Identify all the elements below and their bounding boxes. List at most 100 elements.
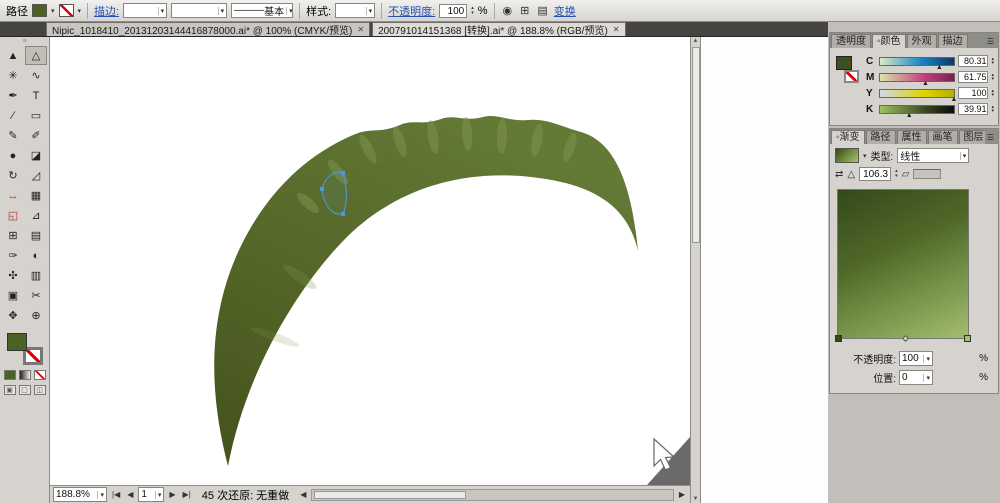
transform-link[interactable]: 变换	[554, 3, 576, 19]
last-artboard-button[interactable]: ▶|	[181, 490, 193, 499]
artboard-number-select[interactable]: 1▾	[138, 487, 164, 502]
line-segment-tool[interactable]: ∕	[2, 106, 24, 125]
panel-tab-pathfinder[interactable]: 路径	[866, 130, 896, 144]
zoom-tool[interactable]: ⊕	[25, 306, 47, 325]
lasso-tool[interactable]: ∿	[25, 66, 47, 85]
scrollbar-thumb[interactable]	[692, 47, 700, 243]
paintbrush-tool[interactable]: ✎	[2, 126, 24, 145]
width-tool[interactable]: ↔	[2, 186, 24, 205]
scroll-left-icon[interactable]: ◀	[298, 490, 308, 499]
canvas[interactable]	[50, 37, 690, 485]
gradient-mini-slider[interactable]	[913, 169, 941, 179]
scale-tool[interactable]: ◿	[25, 166, 47, 185]
close-tab-icon[interactable]: ✕	[357, 25, 364, 34]
prev-artboard-button[interactable]: ◀	[125, 490, 135, 499]
fill-dropdown-icon[interactable]: ▾	[51, 7, 55, 15]
panel-tab-transparency[interactable]: 透明度	[831, 34, 871, 48]
draw-behind-button[interactable]: ▢	[19, 385, 31, 395]
y-slider[interactable]: ▲	[879, 89, 955, 98]
k-slider[interactable]: ▲	[879, 105, 955, 114]
fill-swatch[interactable]	[7, 333, 27, 351]
gradient-tool[interactable]: ▤	[25, 226, 47, 245]
c-slider[interactable]: ▲	[879, 57, 955, 66]
anchor-point[interactable]	[320, 187, 324, 191]
column-graph-tool[interactable]: ▥	[25, 266, 47, 285]
gradient-location-select[interactable]: 0▾	[899, 370, 933, 385]
none-mode-button[interactable]	[34, 370, 46, 380]
symbol-sprayer-tool[interactable]: ✣	[2, 266, 24, 285]
anchor-point[interactable]	[341, 212, 345, 216]
gradient-swatch[interactable]	[835, 148, 859, 163]
spinner-icon[interactable]: ▴▾	[991, 73, 994, 81]
close-tab-icon[interactable]: ✕	[613, 25, 620, 34]
shape-builder-tool[interactable]: ◱	[2, 206, 24, 225]
document-setup-icon[interactable]: ▤	[535, 4, 549, 17]
gradient-preview[interactable]	[837, 189, 969, 339]
stroke-link[interactable]: 描边:	[94, 3, 119, 19]
perspective-grid-tool[interactable]: ⊿	[25, 206, 47, 225]
gradient-stop-end[interactable]	[964, 335, 971, 342]
k-slider-thumb[interactable]: ▲	[906, 113, 913, 119]
angle-input[interactable]: 106.3	[859, 167, 891, 181]
panel-tab-gradient[interactable]: ◦渐变	[831, 130, 865, 144]
horizontal-scrollbar[interactable]	[311, 489, 674, 501]
panel-tab-attributes[interactable]: 属性	[897, 130, 927, 144]
spinner-icon[interactable]: ▴▾	[471, 6, 474, 16]
brush-style-select[interactable]: ———基本▾	[231, 3, 293, 18]
vertical-scrollbar[interactable]: ▲ ▼	[690, 37, 701, 503]
opacity-input[interactable]: 100	[439, 4, 467, 18]
stroke-weight-select[interactable]: ▾	[123, 3, 167, 18]
panel-tab-appearance[interactable]: 外观	[907, 34, 937, 48]
stroke-swatch-none[interactable]	[844, 70, 859, 83]
color-fill-stroke-indicator[interactable]	[835, 55, 861, 85]
reverse-gradient-icon[interactable]: ⇄	[835, 169, 843, 180]
c-slider-thumb[interactable]: ▲	[936, 65, 943, 71]
scroll-right-icon[interactable]: ▶	[677, 490, 687, 499]
gradient-annotator-icon[interactable]: ▱	[902, 169, 910, 180]
pencil-tool[interactable]: ✐	[25, 126, 47, 145]
magic-wand-tool[interactable]: ✳	[2, 66, 24, 85]
hand-tool[interactable]: ✥	[2, 306, 24, 325]
panel-menu-icon[interactable]: ☰	[985, 37, 998, 48]
zoom-select[interactable]: 188.8%▾	[53, 487, 107, 502]
stroke-dropdown-icon[interactable]: ▾	[78, 7, 82, 15]
k-value-input[interactable]: 39.91	[958, 103, 988, 115]
direct-selection-tool[interactable]: △	[25, 46, 47, 65]
spinner-icon[interactable]: ▴▾	[895, 169, 898, 179]
spinner-icon[interactable]: ▴▾	[991, 105, 994, 113]
panel-tab-brushes[interactable]: 画笔	[928, 130, 958, 144]
gradient-opacity-select[interactable]: 100▾	[899, 351, 933, 366]
leaf-arc-shape[interactable]	[214, 116, 638, 466]
artboard-tool[interactable]: ▣	[2, 286, 24, 305]
type-tool[interactable]: T	[25, 86, 47, 105]
style-select[interactable]: ▾	[335, 3, 375, 18]
opacity-link[interactable]: 不透明度:	[388, 3, 435, 19]
gradient-midpoint[interactable]	[902, 335, 909, 342]
screen-mode-button[interactable]: ◫	[34, 385, 46, 395]
anchor-point[interactable]	[341, 171, 345, 175]
scroll-down-icon[interactable]: ▼	[691, 496, 700, 502]
first-artboard-button[interactable]: |◀	[110, 490, 122, 499]
rotate-tool[interactable]: ↻	[2, 166, 24, 185]
brush-definition-select[interactable]: ▾	[171, 3, 227, 18]
c-value-input[interactable]: 80.31	[958, 55, 988, 67]
pen-tool[interactable]: ✒	[2, 86, 24, 105]
fill-swatch[interactable]	[836, 56, 852, 70]
y-slider-thumb[interactable]: ▲	[950, 97, 957, 103]
blend-tool[interactable]: ◐	[25, 246, 47, 265]
y-value-input[interactable]: 100	[958, 87, 988, 99]
gradient-mode-button[interactable]	[19, 370, 31, 380]
slice-tool[interactable]: ✂	[25, 286, 47, 305]
panel-tab-stroke[interactable]: 描边	[938, 34, 968, 48]
gradient-stop-start[interactable]	[835, 335, 842, 342]
next-artboard-button[interactable]: ▶	[167, 490, 177, 499]
panel-tab-color[interactable]: ◦颜色	[872, 34, 906, 48]
m-value-input[interactable]: 61.75	[958, 71, 988, 83]
draw-normal-button[interactable]: ▣	[4, 385, 16, 395]
fill-color-swatch[interactable]	[32, 4, 47, 17]
eraser-tool[interactable]: ◪	[25, 146, 47, 165]
selection-tool[interactable]: ▲	[2, 46, 24, 65]
scroll-up-icon[interactable]: ▲	[691, 38, 700, 44]
eyedropper-tool[interactable]: ✑	[2, 246, 24, 265]
document-tab-1[interactable]: Nipic_1018410_20131203144416878000.ai* @…	[46, 22, 370, 36]
